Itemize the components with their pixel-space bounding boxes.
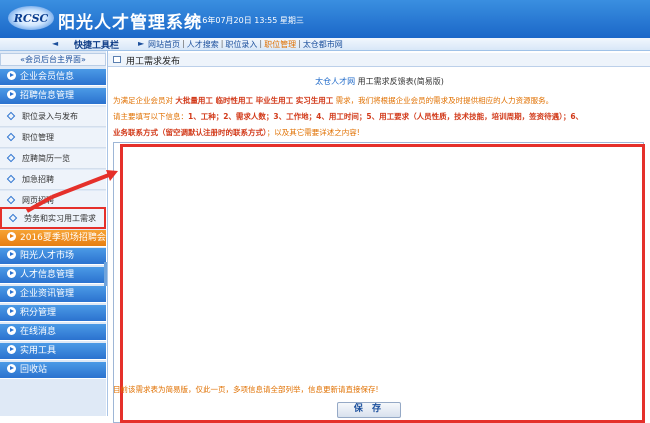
sidebar-menu-summer-fair[interactable]: 2016夏季现场招聘会	[0, 230, 106, 247]
diamond-icon	[6, 195, 16, 204]
toolbar-separator: |	[298, 39, 301, 48]
sidebar-menu-talent-market[interactable]: 阳光人才市场	[0, 248, 106, 265]
site-title: 阳光人才管理系统	[58, 13, 202, 33]
arrow-circle-icon	[7, 269, 16, 278]
toolbar-right-arrow-icon: ►	[138, 39, 145, 48]
sidebar-home-link[interactable]: «会员后台主界面»	[0, 53, 106, 66]
sidebar-menu-label: 招聘信息管理	[20, 91, 75, 101]
requirements-line-1: 请主要填写以下信息：1、工种；2、需求人数；3、工作地；4、用工时间；5、用工要…	[113, 111, 583, 122]
sidebar: «会员后台主界面» 企业会员信息 招聘信息管理 职位录入与发布 职位管理 应聘简…	[0, 51, 106, 416]
toolbar-separator: |	[220, 39, 224, 48]
sidebar-item-labor-intern[interactable]: 劳务和实习用工需求	[0, 207, 106, 229]
sidebar-menu-label: 阳光人才市场	[20, 251, 75, 261]
intro-suffix: 需求，我们将根据企业会员的需求及时提供相应的人力资源服务。	[335, 96, 554, 105]
sidebar-menu-label: 人才信息管理	[20, 270, 75, 280]
toolbar-label: 快捷工具栏	[74, 41, 120, 51]
req1-items: 1、工种；2、需求人数；3、工作地；4、用工时间；5、用工要求（人员性质，技术技…	[188, 112, 584, 121]
sidebar-item-label: 职位管理	[22, 133, 54, 142]
sidebar-menu-company-news[interactable]: 企业资讯管理	[0, 286, 106, 303]
toolbar-links: 网站首页 | 人才搜索 | 职位录入 | 职位管理 | 太仓都市网	[148, 39, 343, 50]
window-icon	[113, 56, 121, 63]
sidebar-menu-label: 在线消息	[20, 327, 57, 337]
sidebar-menu-recruit-manage[interactable]: 招聘信息管理	[0, 88, 106, 105]
toolbar-link-city-site[interactable]: 太仓都市网	[303, 39, 343, 50]
diamond-icon	[6, 111, 16, 120]
intro-text: 为满足企业会员对 大批量用工 临时性用工 毕业生用工 实习生用工 需求，我们将根…	[113, 95, 553, 106]
diamond-icon	[6, 153, 16, 162]
sidebar-item-label: 应聘简历一览	[22, 154, 70, 163]
arrow-circle-icon	[7, 345, 16, 354]
sidebar-menu-messages[interactable]: 在线消息	[0, 324, 106, 341]
sidebar-item-job-manage[interactable]: 职位管理	[0, 128, 106, 148]
quick-toolbar: ◄ 快捷工具栏 ► 网站首页 | 人才搜索 | 职位录入 | 职位管理 | 太仓都市网	[0, 38, 650, 51]
arrow-circle-icon	[7, 71, 16, 80]
sidebar-item-resumes[interactable]: 应聘简历一览	[0, 149, 106, 169]
arrow-circle-icon	[7, 326, 16, 335]
sidebar-item-label: 网页招聘	[22, 196, 54, 205]
diamond-icon	[6, 132, 16, 141]
panel-header: 用工需求发布	[108, 53, 650, 67]
form-title: 用工需求反馈表(简易版)	[357, 77, 444, 86]
sidebar-menu-company-info[interactable]: 企业会员信息	[0, 69, 106, 86]
sidebar-menu-tools[interactable]: 实用工具	[0, 343, 106, 360]
toolbar-link-job-manage[interactable]: 职位管理	[264, 39, 296, 50]
header-datetime: 2016年07月20日 13:55 星期三	[187, 16, 304, 25]
req2-suffix: ；以及其它需要详述之内容!	[266, 128, 360, 137]
sidebar-menu-label: 企业资讯管理	[20, 289, 75, 299]
sidebar-item-label: 劳务和实习用工需求	[24, 214, 96, 223]
toolbar-separator: |	[182, 39, 185, 48]
logo-text: RCSC	[13, 11, 49, 25]
sidebar-item-label: 职位录入与发布	[22, 112, 78, 121]
toolbar-link-talent-search[interactable]: 人才搜索	[187, 39, 219, 50]
sidebar-item-label: 加急招聘	[22, 175, 54, 184]
toolbar-left-arrow-icon[interactable]: ◄	[52, 39, 58, 48]
intro-highlight: 大批量用工 临时性用工 毕业生用工 实习生用工	[175, 96, 334, 105]
req1-prefix: 请主要填写以下信息：	[113, 112, 188, 121]
logo[interactable]: RCSC	[8, 6, 54, 30]
sidebar-menu-label: 实用工具	[20, 346, 57, 356]
toolbar-link-job-entry[interactable]: 职位录入	[225, 39, 257, 50]
form-heading: 太仓人才网 用工需求反馈表(简易版)	[108, 76, 650, 87]
sidebar-menu-recycle-bin[interactable]: 回收站	[0, 362, 106, 379]
toolbar-link-home[interactable]: 网站首页	[148, 39, 180, 50]
sidebar-menu-talent-info[interactable]: 人才信息管理	[0, 267, 106, 284]
form-site-link[interactable]: 太仓人才网	[315, 77, 355, 86]
intro-prefix: 为满足企业会员对	[113, 96, 173, 105]
sidebar-menu-label: 积分管理	[20, 308, 57, 318]
arrow-circle-icon	[7, 232, 16, 241]
main-panel: 用工需求发布 太仓人才网 用工需求反馈表(简易版) 为满足企业会员对 大批量用工…	[107, 51, 650, 423]
diamond-icon	[6, 174, 16, 183]
sidebar-item-urgent[interactable]: 加急招聘	[0, 170, 106, 190]
arrow-circle-icon	[7, 250, 16, 259]
arrow-circle-icon	[7, 90, 16, 99]
footer-note: 目前该需求表为简易版，仅此一页，多项信息请全部列举，信息更新请直接保存!	[113, 385, 379, 394]
arrow-circle-icon	[7, 364, 16, 373]
sidebar-menu-label: 企业会员信息	[20, 72, 75, 82]
diamond-icon	[8, 213, 18, 222]
demand-textarea[interactable]	[113, 142, 644, 423]
sidebar-item-job-entry[interactable]: 职位录入与发布	[0, 107, 106, 127]
requirements-line-2: 业务联系方式（留空调默认注册时的联系方式）；以及其它需要详述之内容!	[113, 127, 360, 138]
sidebar-menu-points[interactable]: 积分管理	[0, 305, 106, 322]
toolbar-separator: |	[259, 39, 263, 48]
req2-contact: 业务联系方式（留空调默认注册时的联系方式）	[113, 128, 267, 137]
sidebar-menu-label: 回收站	[20, 365, 48, 375]
sidebar-menu-label: 2016夏季现场招聘会	[20, 233, 106, 243]
panel-title: 用工需求发布	[126, 57, 181, 67]
arrow-circle-icon	[7, 307, 16, 316]
app-header: RCSC 阳光人才管理系统 2016年07月20日 13:55 星期三	[0, 0, 650, 38]
arrow-circle-icon	[7, 288, 16, 297]
